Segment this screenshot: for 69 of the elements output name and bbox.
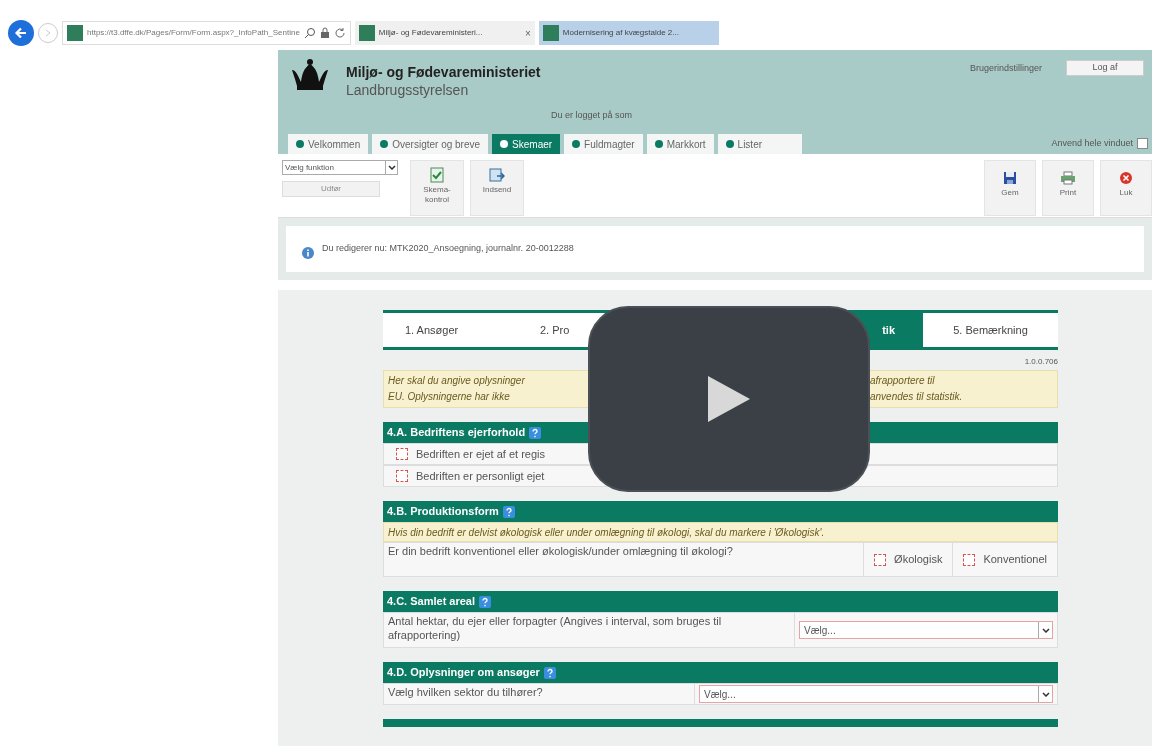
toolbar-button[interactable]: Indsend — [470, 160, 524, 216]
url-text: https://t3.dffe.dk/Pages/Form/Form.aspx?_InfoPath_Sentine — [87, 27, 300, 39]
checkbox[interactable] — [963, 553, 976, 566]
nav-tab[interactable]: Oversigter og breve — [372, 134, 489, 154]
intro-text: EU. Oplysningerne har ikke — [387, 390, 510, 404]
dropdown-field[interactable]: Vælg... — [699, 685, 1053, 703]
section-header: 4.B. Produktionsform — [383, 501, 1058, 522]
checkbox[interactable] — [396, 448, 408, 460]
intro-text: anvendes til statistik. — [869, 390, 963, 404]
document-send-icon — [489, 167, 505, 183]
section-header: 4.C. Samlet areal — [383, 591, 1058, 612]
document-check-icon — [430, 167, 444, 183]
help-icon[interactable] — [529, 426, 542, 439]
function-select[interactable]: Vælg funktion — [282, 160, 398, 175]
intro-text: afrapportere til — [869, 374, 935, 388]
step-tab[interactable]: 5. Bemærkning — [923, 313, 1058, 347]
help-icon[interactable] — [479, 595, 492, 608]
browser-tab[interactable]: Miljø- og Fødevareministeri... × — [354, 21, 535, 45]
browser-tab[interactable]: Modernisering af kvægstalde 2... — [538, 21, 719, 45]
question-text: Er din bedrift konventionel eller økologisk/under omlægning til økologi? — [387, 544, 734, 559]
question-text: Vælg hvilken sektor du tilhører? — [387, 685, 544, 700]
help-icon[interactable] — [543, 666, 556, 679]
toolbar-button[interactable]: Skema-kontrol — [410, 160, 464, 216]
toolbar-button[interactable]: Print — [1042, 160, 1094, 216]
info-text: Du redigerer nu: MTK2020_Ansoegning, journalnr. 20-0012288 — [322, 242, 574, 256]
ministry-name: Miljø- og Fødevareministeriet — [346, 64, 542, 82]
play-button-overlay[interactable] — [588, 306, 870, 492]
refresh-icon[interactable] — [333, 27, 346, 39]
logout-button[interactable]: Log af — [1066, 60, 1144, 76]
section-header: 4.D. Oplysninger om ansøger — [383, 662, 1058, 683]
dropdown-field[interactable]: Vælg... — [799, 621, 1053, 639]
nav-tab[interactable]: Skemaer — [492, 134, 561, 154]
info-icon — [302, 247, 314, 259]
checkbox-label: Bedriften er ejet af et regis — [416, 446, 545, 462]
tab-close-button[interactable]: × — [525, 25, 531, 41]
logged-in-text: Du er logget på som — [551, 109, 633, 122]
nav-tab[interactable]: Fuldmagter — [564, 134, 643, 154]
address-bar[interactable]: https://t3.dffe.dk/Pages/Form/Form.aspx?_InfoPath_Sentine — [62, 21, 351, 45]
play-icon — [706, 374, 752, 424]
chevron-down-icon — [1038, 622, 1052, 638]
help-icon[interactable] — [502, 505, 515, 518]
toolbar-button[interactable]: Luk — [1100, 160, 1152, 216]
full-window-label: Anvend hele vinduet — [1051, 136, 1133, 150]
checkbox[interactable] — [874, 553, 887, 566]
tab-title: Miljø- og Fødevareministeri... — [378, 27, 483, 39]
lock-icon — [319, 27, 330, 39]
checkbox-label: Bedriften er personligt ejet — [416, 468, 545, 484]
nav-tab[interactable]: Lister — [717, 134, 802, 154]
hint-note: Hvis din bedrift er delvist økologisk eller under omlægning til økologi, skal du markere i 'Økologisk'. — [383, 522, 1058, 542]
intro-text: Her skal du angive oplysninger — [387, 374, 525, 388]
option-label: Økologisk — [894, 552, 943, 568]
toolbar-button[interactable]: Gem — [984, 160, 1036, 216]
question-text: Antal hektar, du ejer eller forpagter (Angives i interval, som bruges til afrapportering) — [387, 614, 723, 643]
checkbox[interactable] — [1137, 137, 1148, 149]
user-settings-link[interactable]: Brugerindstillinger — [969, 62, 1042, 76]
chevron-down-icon — [1038, 686, 1052, 702]
option-label: Konventionel — [983, 552, 1047, 568]
printer-icon — [1060, 171, 1076, 185]
back-icon[interactable] — [8, 20, 34, 46]
agency-name: Landbrugsstyrelsen — [346, 81, 470, 99]
tab-title: Modernisering af kvægstalde 2... — [562, 27, 679, 39]
checkbox[interactable] — [396, 470, 408, 482]
step-tab[interactable]: 1. Ansøger — [383, 313, 518, 347]
chevron-down-icon — [385, 161, 397, 174]
version-text: 1.0.0.706 — [1024, 356, 1058, 368]
nav-tab[interactable]: Velkommen — [288, 134, 369, 154]
search-icon[interactable] — [303, 27, 316, 39]
close-icon — [1119, 171, 1133, 185]
nav-tab[interactable]: Markkort — [646, 134, 714, 154]
